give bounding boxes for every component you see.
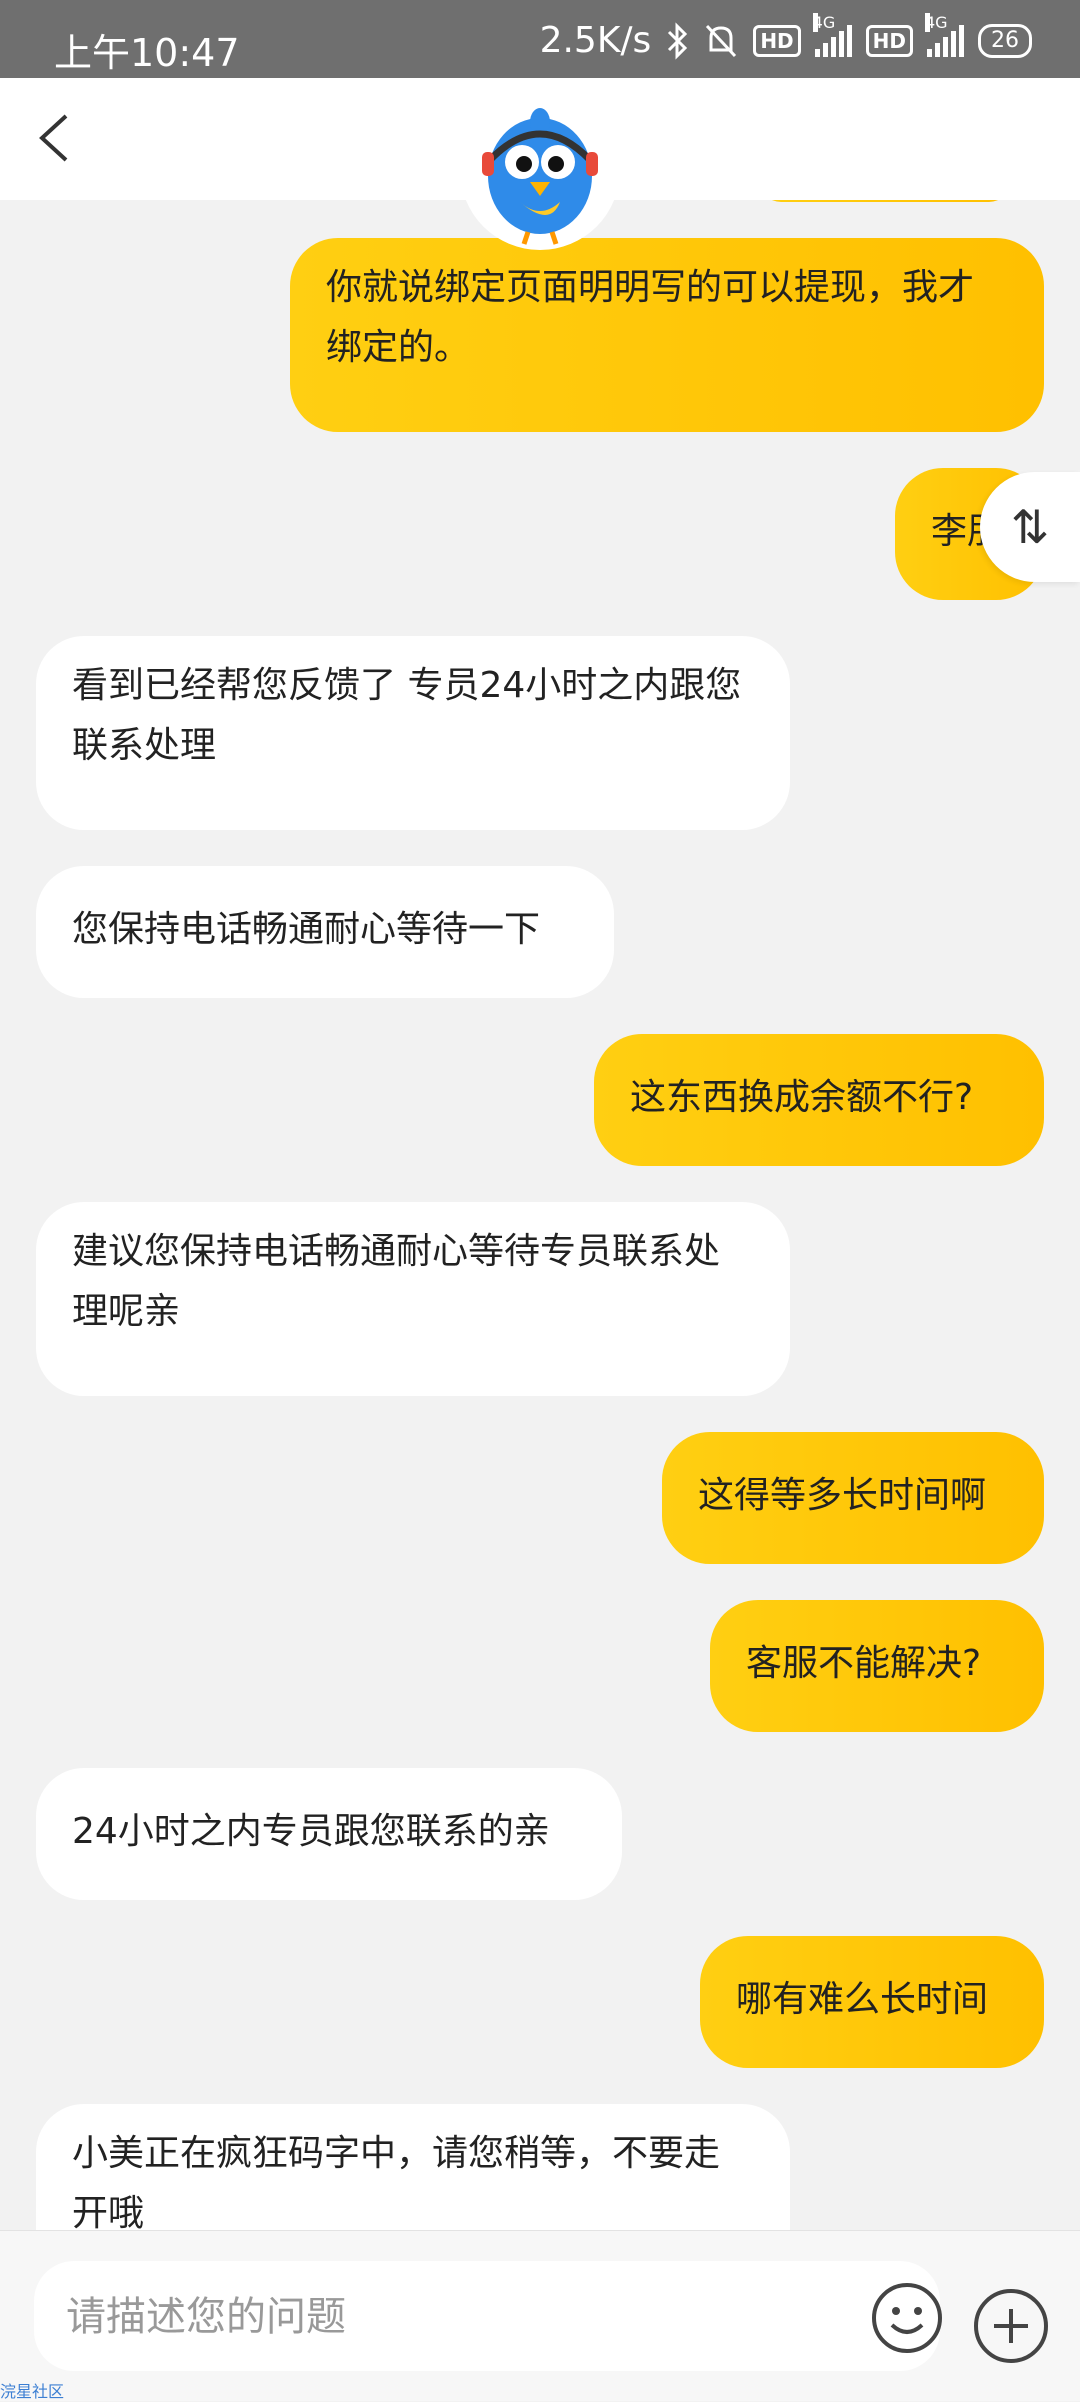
chat-bubble-user: 客服不能解决? (710, 1600, 1044, 1732)
chat-bubble-service: 看到已经帮您反馈了 专员24小时之内跟您联系处理 (36, 636, 790, 830)
network-speed: 2.5K/s (539, 20, 652, 61)
back-arrow-icon[interactable] (26, 108, 86, 168)
message-input-container (34, 2261, 942, 2371)
signal-icon-2: 4G (925, 12, 964, 57)
bluetooth-icon (668, 21, 688, 60)
status-time: 上午10:47 (54, 31, 240, 75)
emoji-icon[interactable] (870, 2281, 944, 2355)
input-bar (0, 2230, 1080, 2401)
status-bar: 上午10:47 2.5K/s HD 4G HD 4G 26 (0, 0, 1080, 78)
chat-bubble-service: 24小时之内专员跟您联系的亲 (36, 1768, 622, 1900)
chat-bubble-user (760, 200, 1010, 202)
chat-bubble-user: 哪有难么长时间 (700, 1936, 1044, 2068)
chat-bubble-service: 小美正在疯狂码字中，请您稍等，不要走开哦 (36, 2104, 790, 2230)
service-avatar (460, 90, 620, 250)
bird-mascot-icon (482, 108, 598, 245)
hd-badge-2: HD (865, 24, 913, 57)
chat-message-list[interactable]: 你就说绑定页面明明写的可以提现，我才绑定的。 李朋 看到已经帮您反馈了 专员24… (0, 200, 1080, 2230)
watermark: 浣星社区 (0, 2382, 65, 2401)
add-icon[interactable] (972, 2287, 1050, 2365)
signal-icon-1: 4G (812, 12, 852, 57)
message-input[interactable] (64, 2283, 828, 2351)
battery-indicator: 26 (978, 23, 1032, 58)
mute-bell-icon (706, 24, 737, 57)
chat-bubble-service: 您保持电话畅通耐心等待一下 (36, 866, 614, 998)
chat-bubble-user: 这得等多长时间啊 (662, 1432, 1044, 1564)
chat-bubble-user: 你就说绑定页面明明写的可以提现，我才绑定的。 (290, 238, 1044, 432)
status-right-icons: 2.5K/s HD 4G HD 4G 26 (539, 12, 1032, 61)
swap-arrows-button[interactable]: ⇅ (980, 472, 1080, 582)
hd-badge-1: HD (753, 24, 801, 57)
chat-bubble-service: 建议您保持电话畅通耐心等待专员联系处理呢亲 (36, 1202, 790, 1396)
chat-bubble-user: 这东西换成余额不行? (594, 1034, 1044, 1166)
swap-arrows-icon: ⇅ (1010, 500, 1050, 554)
